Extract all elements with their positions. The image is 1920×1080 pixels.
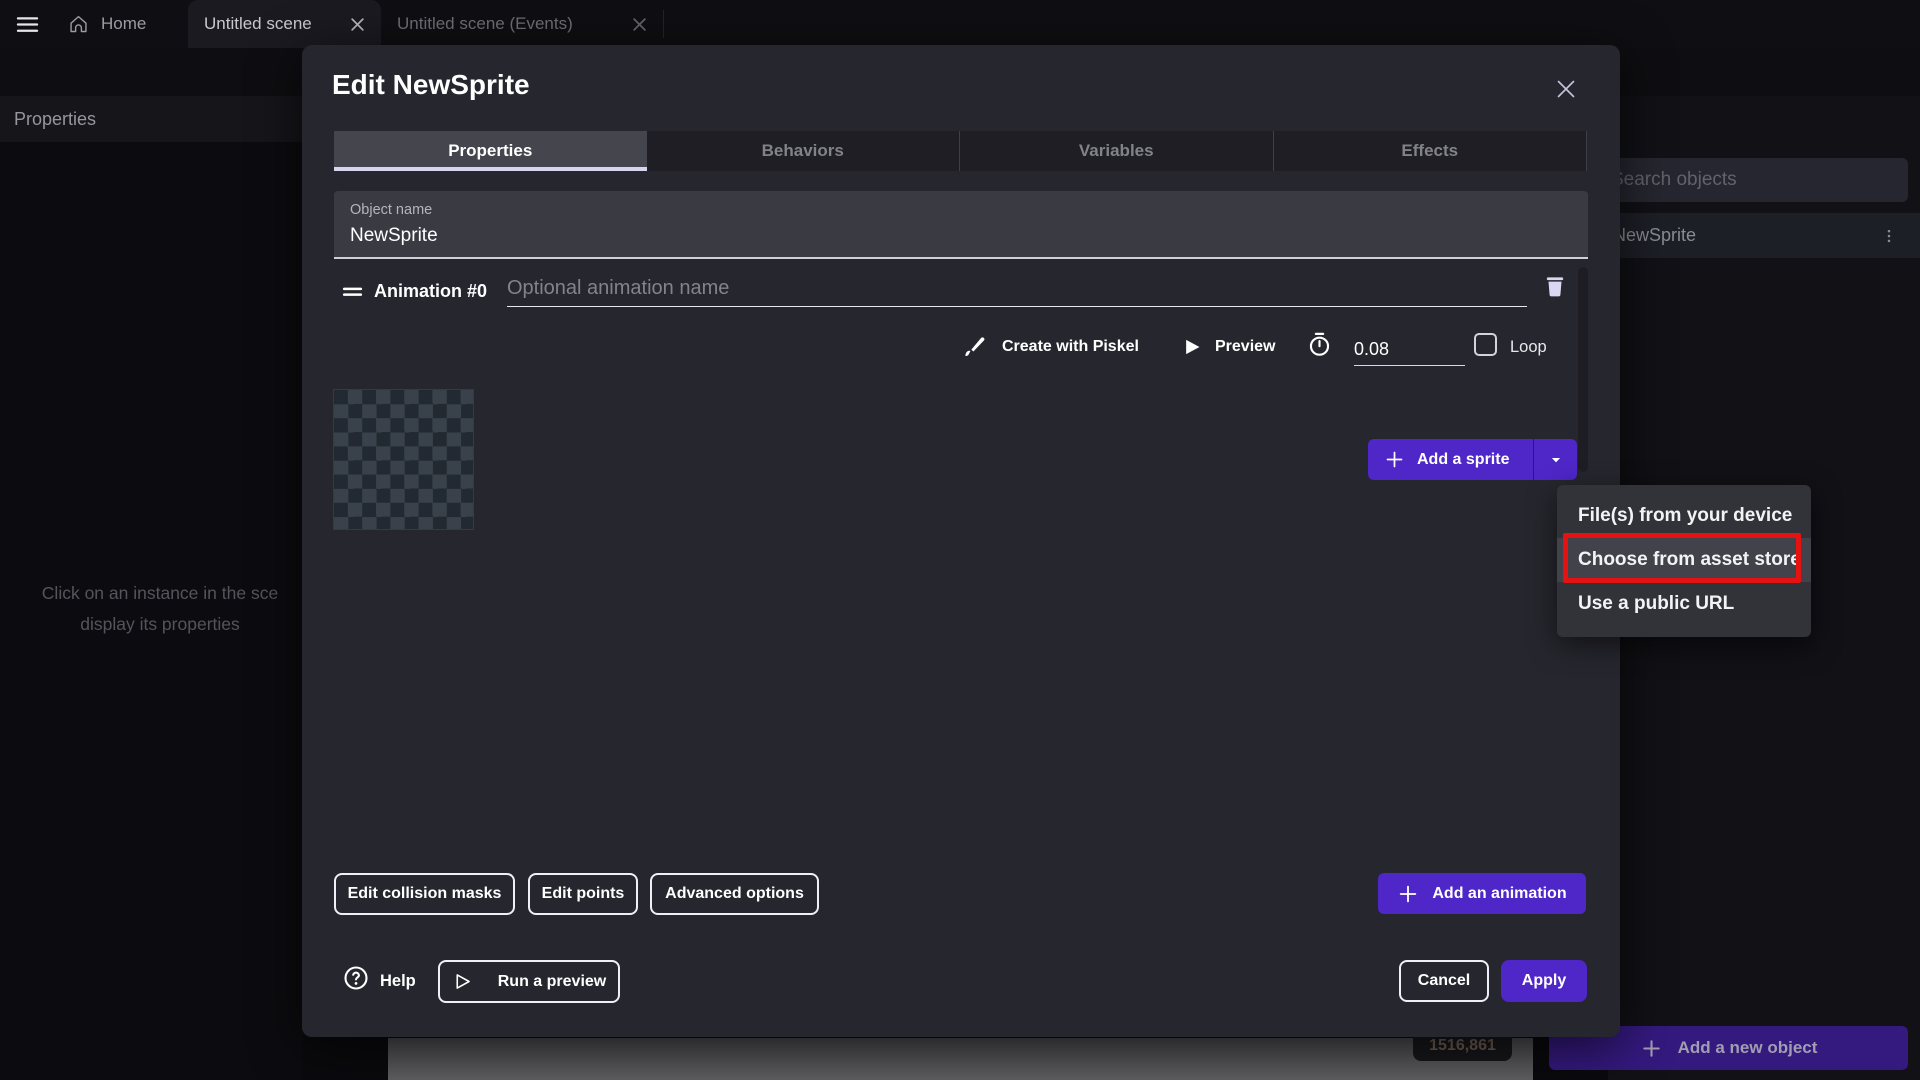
tab-home-label: Home	[101, 14, 146, 34]
empty-sprite-thumbnail[interactable]	[333, 389, 474, 530]
dialog-scrollbar[interactable]	[1578, 267, 1588, 472]
tab-properties[interactable]: Properties	[334, 131, 647, 171]
advanced-options-button[interactable]: Advanced options	[650, 873, 819, 915]
object-list-item-newsprite[interactable]: NewSprite	[1590, 213, 1920, 258]
plus-icon	[1384, 449, 1405, 470]
edit-points-button[interactable]: Edit points	[528, 873, 638, 915]
properties-empty-message: Click on an instance in the sce display …	[0, 578, 330, 640]
add-animation-button[interactable]: Add an animation	[1378, 873, 1586, 914]
delete-animation-icon[interactable]	[1542, 273, 1568, 299]
play-icon	[1182, 337, 1202, 357]
create-with-piskel-button[interactable]: Create with Piskel	[1002, 327, 1139, 367]
properties-empty-line2: display its properties	[0, 609, 330, 640]
tab-home[interactable]: Home	[52, 0, 162, 48]
tab-scene-label: Untitled scene	[204, 14, 312, 34]
run-preview-label: Run a preview	[498, 973, 606, 991]
search-objects-input[interactable]	[1595, 158, 1908, 202]
object-name-field-label: Object name	[350, 202, 432, 218]
help-button[interactable]: Help	[380, 959, 416, 1003]
object-name-field-value: NewSprite	[350, 225, 438, 247]
preview-button[interactable]: Preview	[1215, 327, 1275, 367]
add-sprite-dropdown-button[interactable]	[1534, 439, 1577, 480]
add-sprite-label: Add a sprite	[1417, 451, 1509, 469]
tab-variables[interactable]: Variables	[959, 131, 1273, 171]
gdevelop-app: Home Untitled scene Untitled scene (Even…	[0, 0, 1920, 1080]
close-tab-icon[interactable]	[632, 17, 647, 32]
cancel-button[interactable]: Cancel	[1399, 960, 1489, 1002]
add-sprite-dropdown-menu: File(s) from your device Choose from ass…	[1557, 485, 1811, 637]
add-sprite-split-button: Add a sprite	[1368, 439, 1577, 480]
properties-panel-title: Properties	[0, 96, 303, 142]
tab-untitled-scene[interactable]: Untitled scene	[188, 0, 381, 48]
play-outline-icon	[452, 971, 473, 992]
time-between-frames-input[interactable]: 0.08	[1354, 333, 1465, 366]
top-bar: Home Untitled scene Untitled scene (Even…	[0, 0, 1920, 48]
menu-item-choose-from-asset-store[interactable]: Choose from asset store	[1557, 538, 1811, 582]
properties-panel: Properties Click on an instance in the s…	[0, 96, 303, 1080]
close-tab-icon[interactable]	[350, 17, 365, 32]
tab-events-label: Untitled scene (Events)	[397, 14, 573, 34]
menu-item-use-public-url[interactable]: Use a public URL	[1557, 582, 1811, 626]
properties-empty-line1: Click on an instance in the sce	[0, 578, 330, 609]
scene-canvas[interactable]	[388, 1038, 1533, 1080]
tab-bar-divider	[663, 10, 664, 38]
animation-name-input[interactable]	[507, 271, 1527, 307]
help-icon[interactable]	[342, 964, 370, 992]
menu-item-files-from-device[interactable]: File(s) from your device	[1557, 494, 1811, 538]
object-name-field[interactable]: Object name NewSprite	[334, 191, 1588, 259]
tab-behaviors[interactable]: Behaviors	[647, 131, 960, 171]
dialog-title: Edit NewSprite	[332, 69, 530, 101]
timer-icon	[1306, 331, 1333, 358]
edit-sprite-dialog: Edit NewSprite Properties Behaviors Vari…	[302, 45, 1620, 1037]
apply-button[interactable]: Apply	[1501, 960, 1587, 1002]
plus-icon	[1640, 1037, 1663, 1060]
dialog-tabs: Properties Behaviors Variables Effects	[334, 131, 1587, 171]
tab-untitled-scene-events[interactable]: Untitled scene (Events)	[381, 0, 663, 48]
animation-drag-handle-icon[interactable]	[340, 279, 365, 304]
hamburger-menu-icon[interactable]	[14, 11, 41, 38]
dialog-close-icon[interactable]	[1554, 77, 1578, 101]
animation-index-label: Animation #0	[374, 281, 487, 302]
run-preview-button[interactable]: Run a preview	[438, 960, 620, 1003]
add-sprite-button[interactable]: Add a sprite	[1368, 439, 1533, 480]
plus-icon	[1397, 883, 1419, 905]
tab-effects[interactable]: Effects	[1273, 131, 1588, 171]
edit-collision-masks-button[interactable]: Edit collision masks	[334, 873, 515, 915]
brush-icon	[962, 333, 988, 359]
add-animation-label: Add an animation	[1432, 885, 1566, 903]
home-icon	[68, 14, 89, 35]
loop-checkbox[interactable]	[1474, 333, 1497, 356]
add-new-object-label: Add a new object	[1678, 1038, 1818, 1058]
object-menu-dots-icon[interactable]	[1880, 227, 1898, 245]
chevron-down-icon	[1549, 453, 1563, 467]
loop-label: Loop	[1510, 327, 1547, 367]
